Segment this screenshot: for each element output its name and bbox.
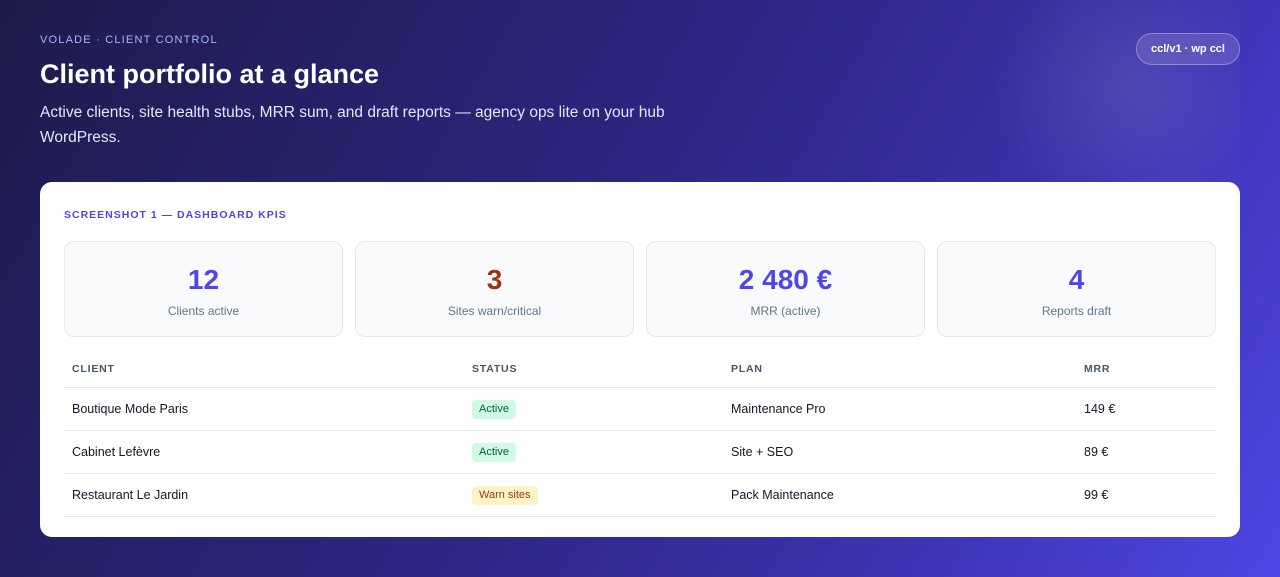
version-badge: ccl/v1 · wp ccl [1136,33,1240,65]
status-cell: Active [472,388,516,430]
status-badge: Active [472,399,516,419]
section-label: SCREENSHOT 1 — DASHBOARD KPIS [64,209,287,221]
status-badge: Active [472,442,516,462]
table-row[interactable]: Restaurant Le Jardin Warn sites Pack Mai… [64,474,1216,517]
kpi-value: 4 [1068,264,1085,295]
kpi-value: 3 [486,264,503,295]
column-header-plan: PLAN [731,363,763,375]
kpi-value: 12 [187,264,220,295]
kpi-label: Sites warn/critical [447,304,542,318]
kpi-clients-active: 12 Clients active [64,241,343,337]
client-name: Restaurant Le Jardin [72,488,189,502]
dashboard-card: SCREENSHOT 1 — DASHBOARD KPIS 12 Clients… [40,182,1240,537]
mrr-value: 89 € [1084,445,1109,459]
kpi-reports-draft: 4 Reports draft [937,241,1216,337]
plan-name: Maintenance Pro [731,402,826,416]
table-header: CLIENT STATUS PLAN MRR [64,356,1216,388]
page-subtitle: Active clients, site health stubs, MRR s… [40,104,665,146]
plan-name: Pack Maintenance [731,488,834,502]
client-name: Boutique Mode Paris [72,402,189,416]
kpi-label: Reports draft [1041,304,1112,318]
table-row[interactable]: Cabinet Lefèvre Active Site + SEO 89 € [64,431,1216,474]
client-name: Cabinet Lefèvre [72,445,161,459]
app-eyebrow: VOLADE · CLIENT CONTROL [40,34,218,46]
status-badge: Warn sites [472,485,538,505]
clients-table: CLIENT STATUS PLAN MRR Boutique Mode Par… [64,356,1216,517]
status-cell: Active [472,431,516,473]
kpi-mrr: 2 480 € MRR (active) [646,241,925,337]
column-header-status: STATUS [472,363,518,375]
page-title: Client portfolio at a glance [40,59,380,89]
table-row[interactable]: Boutique Mode Paris Active Maintenance P… [64,388,1216,431]
kpi-label: Clients active [167,304,240,318]
status-cell: Warn sites [472,474,538,516]
plan-name: Site + SEO [731,445,794,459]
column-header-client: CLIENT [72,363,115,375]
kpi-sites-warn: 3 Sites warn/critical [355,241,634,337]
mrr-value: 149 € [1084,402,1116,416]
kpi-label: MRR (active) [750,304,821,318]
kpi-value: 2 480 € [738,264,833,295]
column-header-mrr: MRR [1084,363,1111,375]
mrr-value: 99 € [1084,488,1109,502]
